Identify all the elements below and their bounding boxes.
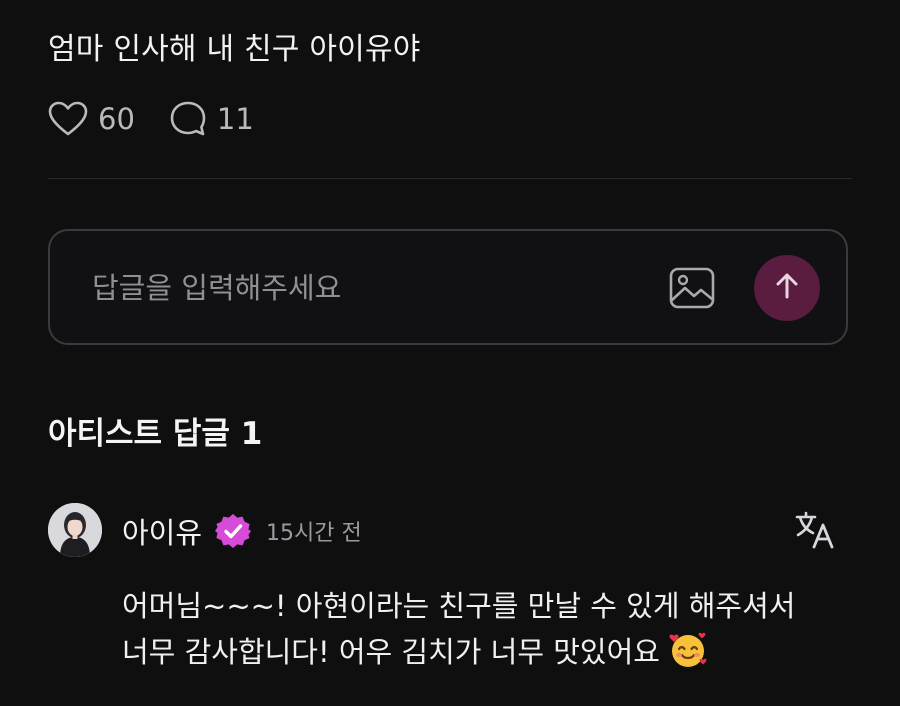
reply-composer [48, 229, 848, 345]
post-detail-page: 엄마 인사해 내 친구 아이유야 60 11 답글을 입력해주세요 아티스트 답… [0, 0, 900, 706]
like-count: 60 [98, 102, 135, 136]
heart-icon [48, 101, 88, 137]
author-name[interactable]: 아이유 [122, 510, 202, 552]
comment-timestamp: 15시간 전 [266, 521, 362, 546]
verified-badge-icon [214, 512, 252, 550]
reply-input[interactable] [90, 261, 634, 315]
post-stats: 60 11 [48, 100, 254, 138]
post-text: 엄마 인사해 내 친구 아이유야 [48, 32, 421, 67]
divider [48, 178, 852, 179]
like-button[interactable]: 60 [48, 101, 135, 137]
comment-button[interactable]: 11 [169, 100, 254, 138]
comment-body: 어머님~~~! 아현이라는 친구를 만날 수 있게 해주셔서 너무 감사합니다!… [122, 583, 852, 683]
artist-replies-title: 아티스트 답글 1 [48, 416, 263, 452]
send-button[interactable] [754, 255, 820, 321]
image-icon [668, 267, 716, 314]
smiling-face-with-hearts-icon [668, 630, 708, 683]
arrow-up-icon [772, 271, 802, 305]
translate-icon [794, 511, 836, 555]
translate-button[interactable] [794, 509, 836, 551]
comment-count: 11 [216, 102, 254, 136]
attach-image-button[interactable] [668, 266, 716, 310]
avatar[interactable] [48, 503, 102, 557]
author-row: 아이유 15시간 전 [122, 509, 362, 553]
speech-bubble-icon [169, 100, 207, 138]
